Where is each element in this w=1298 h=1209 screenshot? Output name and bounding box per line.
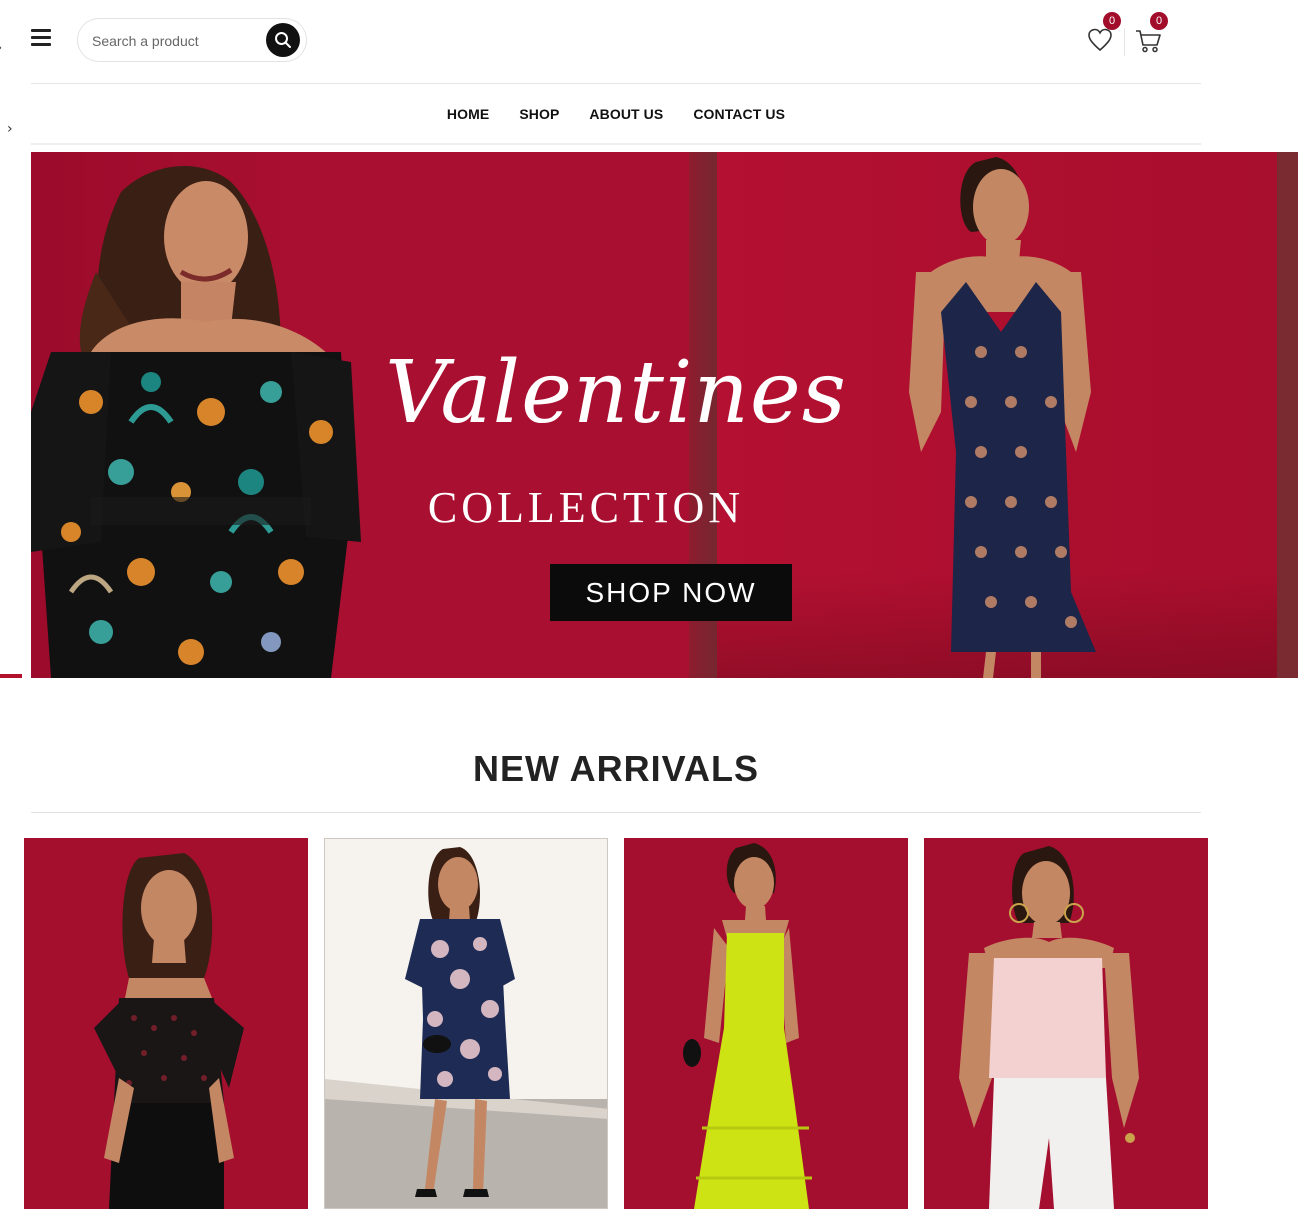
nav-item-shop[interactable]: SHOP: [519, 106, 559, 122]
product-image: [683, 843, 812, 1209]
search-icon: [275, 32, 291, 48]
new-arrivals-heading: NEW ARRIVALS: [31, 748, 1201, 790]
search-button[interactable]: [266, 23, 300, 57]
hero-subtitle: COLLECTION: [427, 483, 745, 532]
heading-light: NEW: [472, 748, 560, 789]
nav-item-home[interactable]: HOME: [447, 106, 489, 122]
side-drawer-edge: [0, 86, 31, 676]
hamburger-icon[interactable]: [31, 29, 51, 47]
hero-model-image-right: [909, 157, 1096, 678]
nav-item-contact-us[interactable]: CONTACT US: [693, 106, 785, 122]
main-nav: HOME SHOP ABOUT US CONTACT US: [31, 85, 1201, 145]
wishlist-button[interactable]: [1086, 26, 1114, 54]
heart-icon: [1088, 28, 1112, 52]
header-icon-divider: [1124, 28, 1125, 56]
product-card[interactable]: [324, 838, 608, 1209]
slider-indicator: [0, 674, 22, 678]
heading-bold: ARRIVALS: [569, 748, 759, 789]
product-image: [959, 846, 1139, 1209]
nav-item-about-us[interactable]: ABOUT US: [589, 106, 663, 122]
wishlist-count-badge: 0: [1103, 12, 1121, 30]
edge-chevron-icon: ›: [0, 42, 2, 54]
hero-banner[interactable]: Valentines COLLECTION SHOP NOW: [31, 152, 1298, 678]
search-bar: [77, 18, 307, 62]
hero-title: Valentines: [385, 343, 847, 443]
shop-now-button[interactable]: SHOP NOW: [550, 564, 792, 621]
product-card[interactable]: [924, 838, 1208, 1209]
hero-model-image-left: [31, 165, 361, 678]
product-image: [94, 853, 244, 1209]
product-image: [325, 847, 607, 1208]
cart-button[interactable]: [1134, 28, 1162, 54]
search-input[interactable]: [92, 29, 252, 53]
side-drawer-chevron-icon[interactable]: ›: [7, 121, 13, 137]
cart-icon: [1136, 30, 1161, 53]
product-card[interactable]: [24, 838, 308, 1209]
section-divider: [31, 812, 1201, 813]
product-card[interactable]: [624, 838, 908, 1209]
cart-count-badge: 0: [1150, 12, 1168, 30]
hero-panel-edge: [1277, 152, 1298, 678]
site-header: [31, 0, 1201, 84]
